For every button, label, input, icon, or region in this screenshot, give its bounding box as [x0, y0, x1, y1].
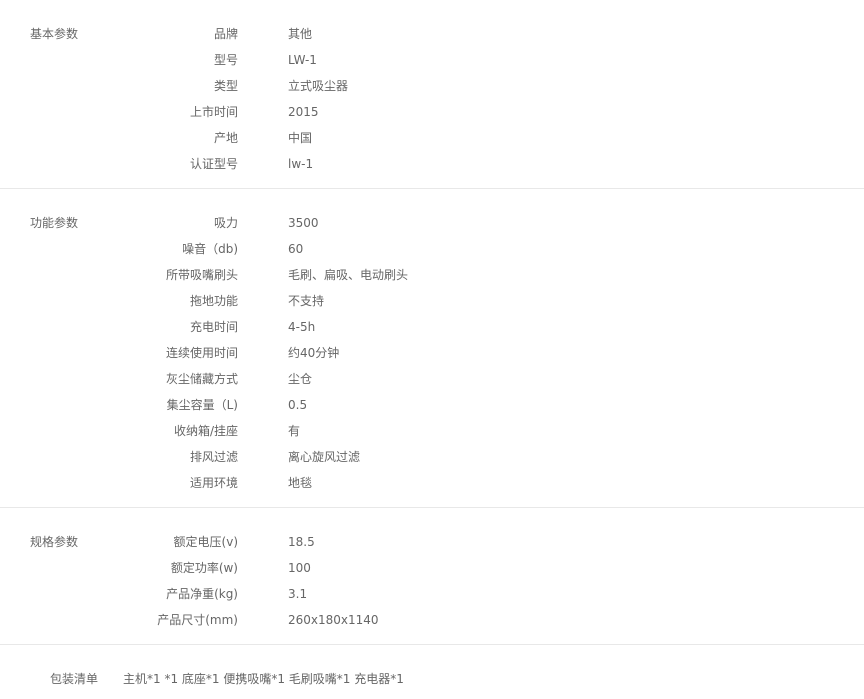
spec-value: 中国: [288, 131, 313, 145]
spec-key: 噪音（db): [182, 242, 238, 256]
spec-key: 品牌: [213, 27, 238, 41]
spec-value: 60: [288, 242, 304, 256]
spec-key: 认证型号: [189, 157, 238, 171]
spec-value: 毛刷、扁吸、电动刷头: [288, 268, 409, 282]
spec-value: 2015: [288, 105, 319, 119]
spec-row: 上市时间 2015: [0, 99, 864, 125]
spec-value: 0.5: [288, 398, 308, 412]
spec-key: 产地: [213, 131, 238, 145]
spec-row: 充电时间 4-5h: [0, 314, 864, 340]
spec-key: 灰尘储藏方式: [165, 372, 238, 386]
spec-row: 集尘容量（L) 0.5: [0, 392, 864, 418]
section-function-params: 功能参数 吸力 3500 噪音（db) 60 所带吸嘴刷头 毛刷、扁吸、电动刷头 拖地…: [0, 189, 864, 508]
spec-value: 18.5: [288, 535, 315, 549]
section-basic-params: 基本参数 品牌 其他 型号 LW-1 类型 立式吸尘器 上市时间 2015 产地 中国 认…: [0, 0, 864, 189]
spec-row: 吸力 3500: [0, 210, 864, 236]
spec-value: 3.1: [288, 587, 308, 601]
spec-table: 基本参数 品牌 其他 型号 LW-1 类型 立式吸尘器 上市时间 2015 产地 中国 认…: [0, 0, 864, 699]
spec-row: 排风过滤 离心旋风过滤: [0, 444, 864, 470]
spec-key: 产品尺寸(mm): [157, 613, 238, 627]
spec-key: 适用环境: [189, 476, 238, 490]
spec-key: 额定电压(v): [173, 535, 238, 549]
spec-key: 产品净重(kg): [166, 587, 238, 601]
spec-key: 收纳箱/挂座: [173, 424, 238, 438]
spec-value: 尘仓: [288, 372, 313, 386]
spec-key: 型号: [213, 53, 238, 67]
spec-value: 地毯: [288, 476, 313, 490]
spec-key: 所带吸嘴刷头: [165, 268, 238, 282]
spec-row: 灰尘储藏方式 尘仓: [0, 366, 864, 392]
section-spec-params: 规格参数 额定电压(v) 18.5 额定功率(w) 100 产品净重(kg) 3.1 …: [0, 508, 864, 645]
spec-row: 型号 LW-1: [0, 47, 864, 73]
spec-key: 连续使用时间: [165, 346, 238, 360]
spec-row: 所带吸嘴刷头 毛刷、扁吸、电动刷头: [0, 262, 864, 288]
spec-row: 产品尺寸(mm) 260x180x1140: [0, 607, 864, 633]
spec-row: 产品净重(kg) 3.1: [0, 581, 864, 607]
spec-value: 立式吸尘器: [288, 79, 349, 93]
spec-value: 3500: [288, 216, 319, 230]
spec-row: 额定电压(v) 18.5: [0, 529, 864, 555]
spec-row: 连续使用时间 约40分钟: [0, 340, 864, 366]
spec-row: 适用环境 地毯: [0, 470, 864, 496]
spec-key: 拖地功能: [189, 294, 238, 308]
spec-key: 吸力: [213, 216, 238, 230]
spec-value: 有: [288, 424, 301, 438]
spec-value: 离心旋风过滤: [288, 450, 361, 464]
spec-value: 100: [288, 561, 311, 575]
spec-value: 不支持: [288, 294, 325, 308]
spec-value: 约40分钟: [288, 346, 340, 360]
spec-row: 额定功率(w) 100: [0, 555, 864, 581]
spec-row: 收纳箱/挂座 有: [0, 418, 864, 444]
spec-key: 额定功率(w): [170, 561, 238, 575]
spec-key: 集尘容量（L): [166, 398, 238, 412]
spec-key: 类型: [213, 79, 238, 93]
spec-row: 产地 中国: [0, 125, 864, 151]
packing-list: 包装清单 主机*1 *1 底座*1 便携吸嘴*1 毛刷吸嘴*1 充电器*1: [0, 645, 864, 699]
spec-value: 4-5h: [288, 320, 316, 334]
spec-value: 其他: [288, 27, 313, 41]
spec-value: 260x180x1140: [288, 613, 379, 627]
spec-row: 品牌 其他: [0, 21, 864, 47]
spec-key: 上市时间: [189, 105, 238, 119]
spec-row: 噪音（db) 60: [0, 236, 864, 262]
spec-row: 认证型号 lw-1: [0, 151, 864, 177]
spec-key: 充电时间: [189, 320, 238, 334]
spec-value: lw-1: [288, 157, 314, 171]
spec-row: 拖地功能 不支持: [0, 288, 864, 314]
spec-value: LW-1: [288, 53, 317, 67]
spec-key: 排风过滤: [189, 450, 238, 464]
spec-row: 类型 立式吸尘器: [0, 73, 864, 99]
